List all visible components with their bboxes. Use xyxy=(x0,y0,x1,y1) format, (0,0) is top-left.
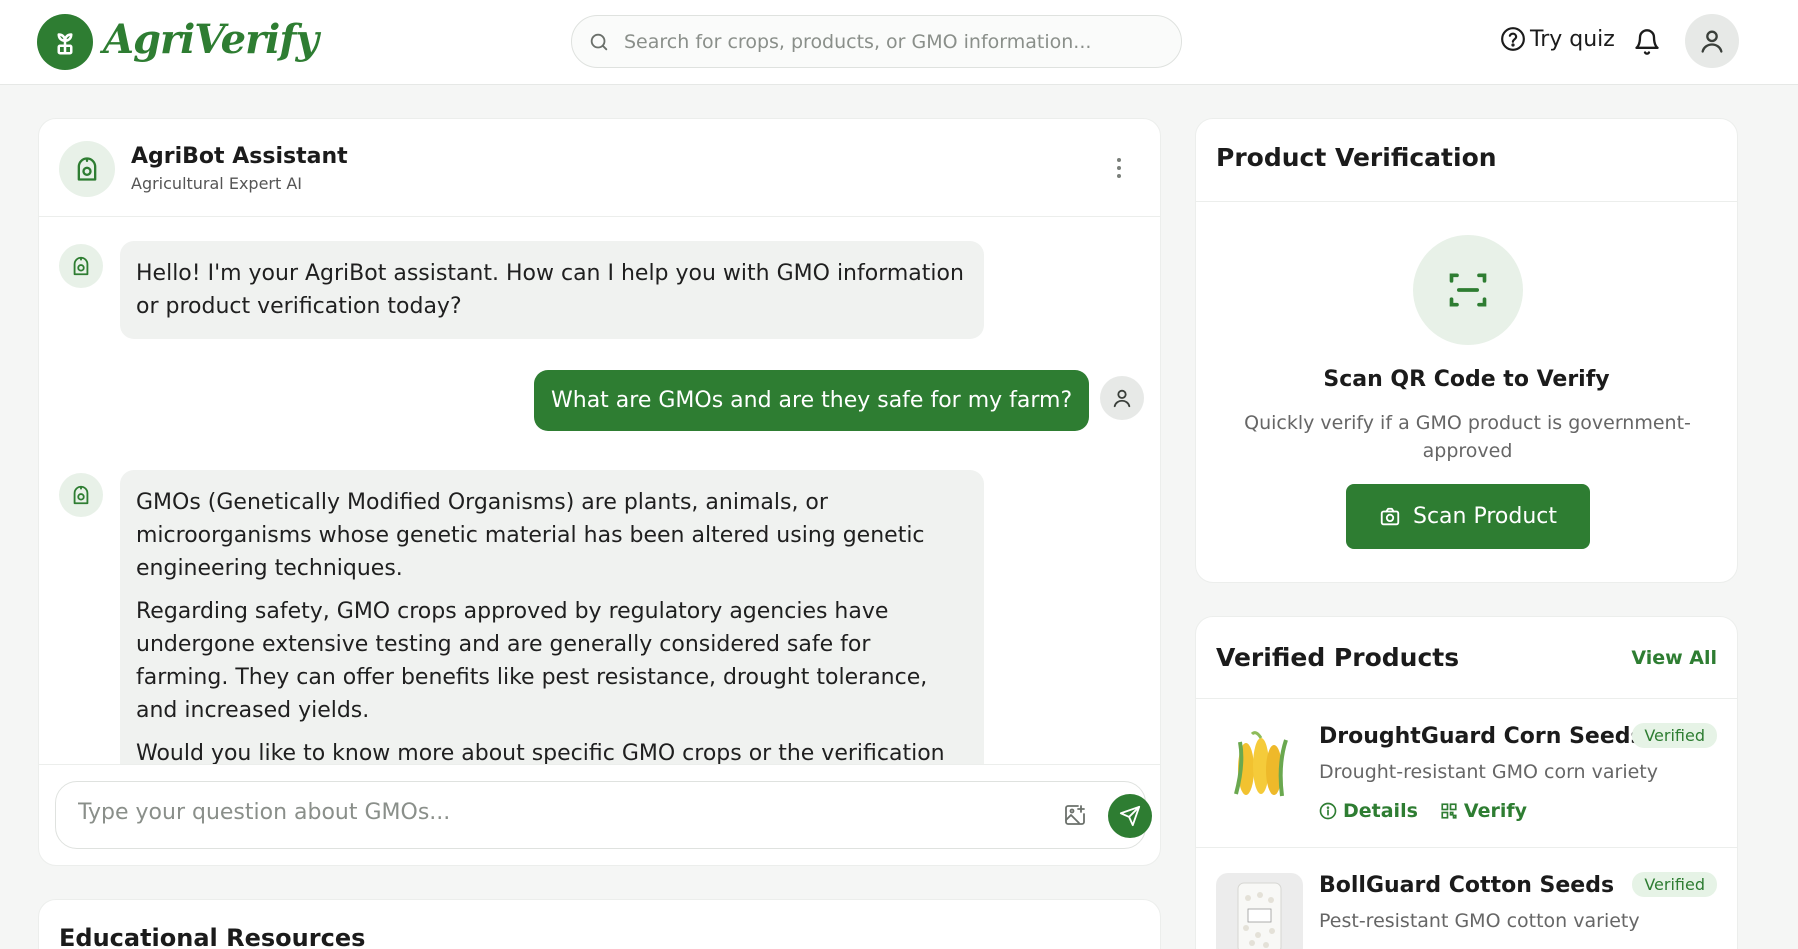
details-label: Details xyxy=(1343,800,1418,822)
logo-sprout-icon[interactable] xyxy=(37,14,93,70)
product-name: DroughtGuard Corn Seeds xyxy=(1319,724,1644,749)
more-options-icon[interactable] xyxy=(1116,157,1122,183)
verify-link[interactable]: Verify xyxy=(1440,800,1527,822)
product-list-item[interactable]: BollGuard Cotton Seeds Verified Pest-res… xyxy=(1196,848,1737,949)
details-link[interactable]: Details xyxy=(1319,800,1418,822)
product-image-corn xyxy=(1216,724,1303,811)
product-name: BollGuard Cotton Seeds xyxy=(1319,873,1615,898)
user-icon xyxy=(1701,30,1723,53)
bot-icon xyxy=(73,256,89,276)
info-icon xyxy=(1319,802,1337,820)
section-title: Educational Resources xyxy=(59,924,366,949)
verified-badge: Verified xyxy=(1632,723,1717,748)
qr-code-icon xyxy=(1441,803,1457,819)
product-description: Drought-resistant GMO corn variety xyxy=(1319,761,1658,783)
bot-message: Hello! I'm your AgriBot assistant. How c… xyxy=(120,241,984,339)
bot-name: AgriBot Assistant xyxy=(131,144,348,169)
verified-products-panel: Verified Products View All DroughtGuard … xyxy=(1195,616,1738,949)
message-text: Hello! I'm your AgriBot assistant. How c… xyxy=(136,261,964,319)
camera-icon xyxy=(1380,507,1400,525)
product-actions: Details Verify xyxy=(1319,800,1527,822)
send-button[interactable] xyxy=(1108,794,1152,838)
user-icon xyxy=(1113,389,1131,408)
message-paragraph: Regarding safety, GMO crops approved by … xyxy=(136,599,928,723)
scan-button-label: Scan Product xyxy=(1412,504,1557,529)
bot-avatar xyxy=(59,141,115,197)
divider xyxy=(1196,201,1737,202)
product-image-cotton xyxy=(1216,873,1303,949)
chat-input[interactable] xyxy=(78,800,1008,825)
attach-image-icon[interactable] xyxy=(1063,803,1087,831)
chat-messages[interactable]: Hello! I'm your AgriBot assistant. How c… xyxy=(39,218,1160,764)
brand-name[interactable]: AgriVerify xyxy=(103,16,319,63)
scan-description: Quickly verify if a GMO product is gover… xyxy=(1244,412,1691,462)
message-text: What are GMOs and are they safe for my f… xyxy=(551,388,1073,413)
message-paragraph: GMOs (Genetically Modified Organisms) ar… xyxy=(136,490,925,581)
send-icon xyxy=(1119,805,1141,827)
product-verification-panel: Product Verification Scan QR Code to Ver… xyxy=(1195,118,1738,583)
search-input[interactable] xyxy=(624,30,1164,53)
bot-icon xyxy=(77,157,97,181)
message-paragraph: Would you like to know more about specif… xyxy=(136,741,945,764)
try-quiz-label: Try quiz xyxy=(1530,26,1615,52)
section-title: Verified Products xyxy=(1216,643,1460,672)
scan-product-button[interactable]: Scan Product xyxy=(1346,484,1590,549)
product-description: Pest-resistant GMO cotton variety xyxy=(1319,910,1640,932)
section-title: Product Verification xyxy=(1216,143,1497,172)
search-bar[interactable] xyxy=(571,15,1182,68)
bot-avatar-small xyxy=(59,244,103,288)
chat-composer xyxy=(39,764,1160,865)
help-circle-icon xyxy=(1501,27,1525,51)
bot-subtitle: Agricultural Expert AI xyxy=(131,174,303,193)
verified-badge: Verified xyxy=(1632,872,1717,897)
search-icon xyxy=(590,33,608,50)
notifications-bell-icon[interactable] xyxy=(1633,27,1661,61)
bot-avatar-small xyxy=(59,473,103,517)
chat-panel: AgriBot Assistant Agricultural Expert AI… xyxy=(38,118,1161,866)
bot-message: GMOs (Genetically Modified Organisms) ar… xyxy=(120,470,984,764)
chat-input-box[interactable] xyxy=(55,781,1152,849)
view-all-link[interactable]: View All xyxy=(1631,647,1717,669)
user-message: What are GMOs and are they safe for my f… xyxy=(534,370,1090,431)
educational-resources-panel: Educational Resources xyxy=(38,899,1161,949)
user-avatar-small xyxy=(1100,376,1144,420)
qr-scan-icon xyxy=(1413,235,1523,345)
chat-header: AgriBot Assistant Agricultural Expert AI xyxy=(39,119,1160,217)
verify-label: Verify xyxy=(1463,800,1527,822)
bot-icon xyxy=(73,485,89,505)
product-list-item[interactable]: DroughtGuard Corn Seeds Verified Drought… xyxy=(1196,699,1737,847)
top-navbar: AgriVerify Try quiz xyxy=(0,0,1798,85)
scan-title: Scan QR Code to Verify xyxy=(1323,367,1610,392)
user-avatar-button[interactable] xyxy=(1685,14,1739,68)
try-quiz-link[interactable]: Try quiz xyxy=(1500,26,1615,52)
